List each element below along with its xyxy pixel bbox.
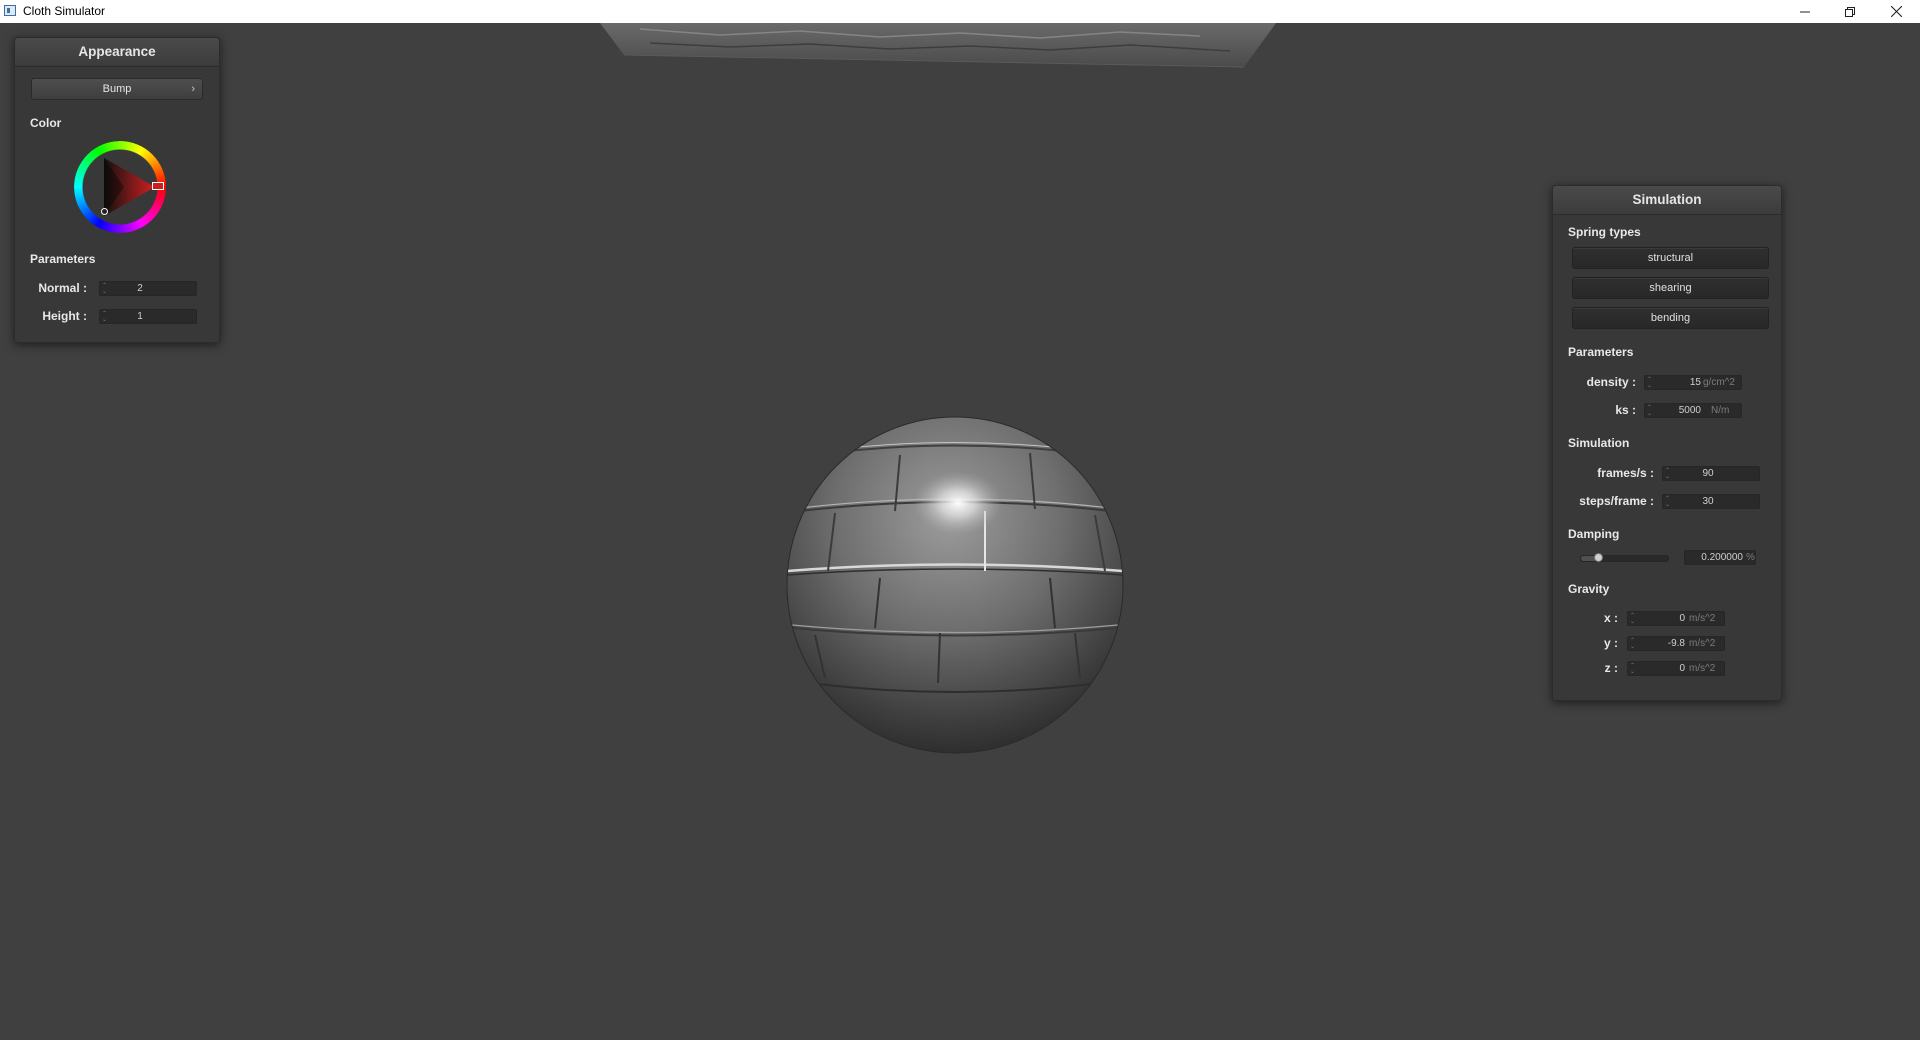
height-input[interactable]: ⌃ ⌄ 1 [99,309,197,324]
gravity-y-input[interactable]: ⌃ ⌄ -9.8 m/s^2 [1627,636,1725,651]
simulation-panel: Simulation Spring types structural shear… [1552,185,1782,701]
gravity-x-input[interactable]: ⌃ ⌄ 0 m/s^2 [1627,611,1725,626]
app-icon [4,5,16,16]
gravity-y-label: y : [1603,636,1618,650]
normal-label: Normal : [38,281,87,295]
spinner-arrows-icon[interactable]: ⌃ ⌄ [1630,613,1636,625]
gravity-x-label: x : [1603,611,1618,625]
minimize-button[interactable] [1782,0,1828,23]
density-label: density : [1586,375,1636,389]
simulation-panel-header[interactable]: Simulation [1553,186,1781,215]
spinner-arrows-icon[interactable]: ⌃ ⌄ [1647,377,1653,389]
hue-marker[interactable] [152,182,164,190]
shader-dropdown-label: Bump [102,83,132,95]
spinner-arrows-icon[interactable]: ⌃ ⌄ [1665,496,1671,508]
gravity-z-label: z : [1604,661,1618,675]
shader-dropdown[interactable]: Bump › [31,78,203,100]
steps-input[interactable]: ⌃ ⌄ 30 [1662,494,1760,509]
color-marker[interactable] [101,208,108,215]
chevron-right-icon: › [191,83,195,95]
spinner-arrows-icon[interactable]: ⌃ ⌄ [1630,638,1636,650]
sim-params-label: Parameters [1568,345,1634,359]
window-title: Cloth Simulator [23,4,106,18]
height-label: Height : [42,309,87,323]
spinner-arrows-icon[interactable]: ⌃ ⌄ [1665,468,1671,480]
brick-sphere [786,416,1124,754]
appearance-panel: Appearance Bump › Color Parameters Norma… [14,37,220,343]
gravity-z-input[interactable]: ⌃ ⌄ 0 m/s^2 [1627,661,1725,676]
spring-types-label: Spring types [1568,225,1641,239]
color-wheel[interactable] [74,141,166,233]
damping-slider[interactable] [1580,553,1669,562]
spinner-arrows-icon[interactable]: ⌃ ⌄ [102,283,108,295]
appearance-params-label: Parameters [30,252,96,266]
appearance-panel-header[interactable]: Appearance [15,38,219,67]
close-icon [1890,6,1902,17]
spinner-arrows-icon[interactable]: ⌃ ⌄ [1647,405,1653,417]
ks-input[interactable]: ⌃ ⌄ 5000 N/m [1644,403,1742,418]
density-input[interactable]: ⌃ ⌄ 15 g/cm^2 [1644,375,1742,390]
normal-input[interactable]: ⌃ ⌄ 2 [99,281,197,296]
shearing-button[interactable]: shearing [1572,277,1769,299]
spinner-arrows-icon[interactable]: ⌃ ⌄ [1630,663,1636,675]
ks-label: ks : [1615,403,1636,417]
minimize-icon [1800,11,1810,12]
damping-input[interactable]: 0.200000 % [1684,550,1756,565]
fps-input[interactable]: ⌃ ⌄ 90 [1662,466,1760,481]
bending-button[interactable]: bending [1572,307,1769,329]
fps-label: frames/s : [1597,466,1654,480]
close-button[interactable] [1873,0,1919,23]
title-bar: Cloth Simulator [0,0,1920,23]
structural-button[interactable]: structural [1572,247,1769,269]
gravity-label: Gravity [1568,582,1610,596]
restore-button[interactable] [1827,0,1873,23]
color-label: Color [30,116,62,130]
spinner-arrows-icon[interactable]: ⌃ ⌄ [102,311,108,323]
steps-label: steps/frame : [1579,494,1654,508]
simulation-section-label: Simulation [1568,436,1630,450]
cloth-mesh [600,23,1276,68]
damping-slider-handle[interactable] [1594,553,1604,562]
damping-label: Damping [1568,527,1620,541]
restore-icon [1845,6,1855,17]
